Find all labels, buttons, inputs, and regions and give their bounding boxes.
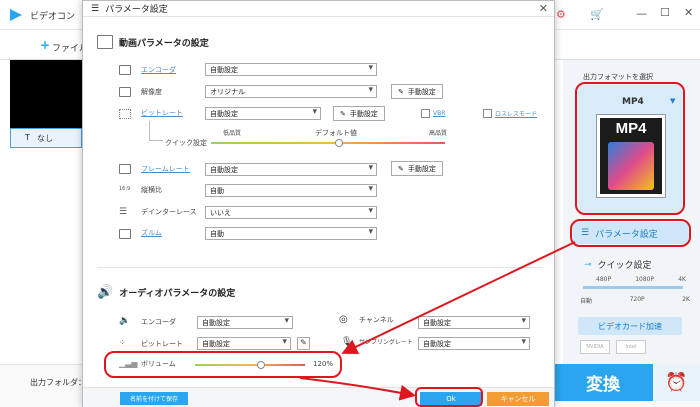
arrow-to-ok xyxy=(299,377,416,401)
arrow-to-volume xyxy=(341,241,576,355)
annotation-arrows xyxy=(299,241,576,401)
